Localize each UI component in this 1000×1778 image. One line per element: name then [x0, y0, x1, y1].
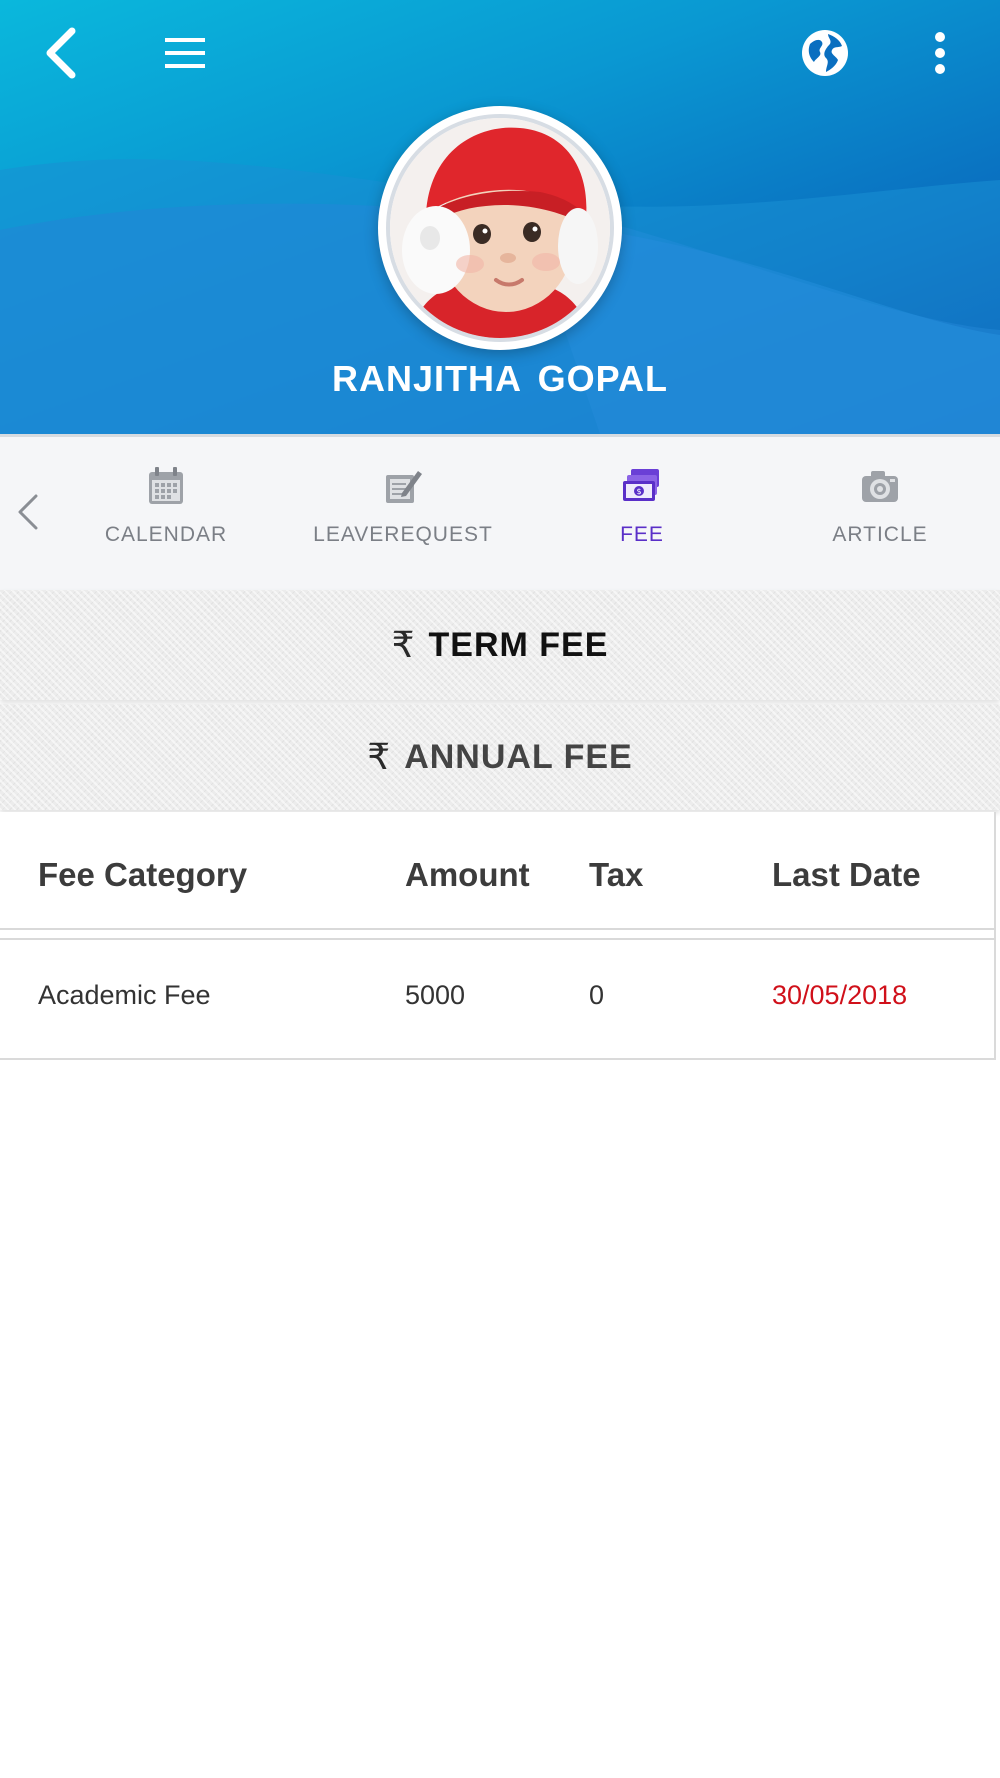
tab-calendar-label: CALENDAR — [104, 523, 228, 546]
header-amount: Amount — [405, 856, 530, 893]
header-last-date: Last Date — [772, 856, 921, 893]
annual-fee-title: ANNUAL FEE — [404, 737, 633, 776]
cell-amount: 5000 — [405, 980, 466, 1010]
annual-fee-section[interactable]: ₹ ANNUAL FEE — [0, 704, 1000, 810]
header-tax: Tax — [589, 856, 644, 893]
profile-header: RANJITHA GOPAL — [0, 0, 1000, 434]
avatar[interactable] — [378, 106, 622, 350]
cell-last-date: 30/05/2018 — [772, 980, 908, 1010]
tab-article-label: ARTICLE — [832, 523, 928, 546]
header-fee-category: Fee Category — [38, 856, 248, 893]
chevron-left-icon — [18, 494, 38, 530]
camera-icon — [862, 471, 898, 502]
back-button[interactable] — [30, 18, 90, 88]
tab-leaverequest[interactable]: LEAVEREQUEST — [293, 463, 513, 563]
fee-table: Fee Category Amount Tax Last Date Academ… — [0, 812, 996, 1060]
back-arrow-icon — [46, 27, 76, 79]
calendar-icon — [149, 467, 183, 504]
cell-tax: 0 — [589, 980, 605, 1010]
cash-icon: $ — [623, 469, 659, 501]
avatar-photo — [386, 114, 614, 342]
rupee-icon: ₹ — [367, 736, 391, 778]
edit-note-icon — [386, 471, 422, 503]
tab-fee[interactable]: $ FEE — [532, 463, 752, 563]
hamburger-menu-icon — [165, 38, 205, 68]
tab-article[interactable]: ARTICLE — [770, 463, 990, 563]
more-options-button[interactable] — [915, 18, 965, 88]
menu-button[interactable] — [150, 18, 220, 88]
tab-calendar[interactable]: CALENDAR — [56, 463, 276, 563]
cell-fee-category: Academic Fee — [38, 980, 211, 1010]
term-fee-title: TERM FEE — [428, 625, 609, 664]
svg-text:$: $ — [636, 487, 641, 496]
tab-leaverequest-label: LEAVEREQUEST — [313, 523, 493, 546]
tab-bar: CALENDAR LEAVEREQUEST $ FEE ARTICLE — [0, 434, 1000, 590]
rupee-icon: ₹ — [391, 624, 415, 666]
tab-fee-label: FEE — [620, 523, 664, 546]
language-button[interactable] — [790, 18, 860, 88]
more-vertical-icon — [935, 32, 945, 74]
tabs-scroll-left-button[interactable] — [8, 477, 48, 547]
globe-icon — [802, 30, 848, 76]
table-header-row: Fee Category Amount Tax Last Date — [0, 812, 996, 940]
term-fee-section[interactable]: ₹ TERM FEE — [0, 590, 1000, 700]
profile-name: RANJITHA GOPAL — [331, 358, 668, 399]
